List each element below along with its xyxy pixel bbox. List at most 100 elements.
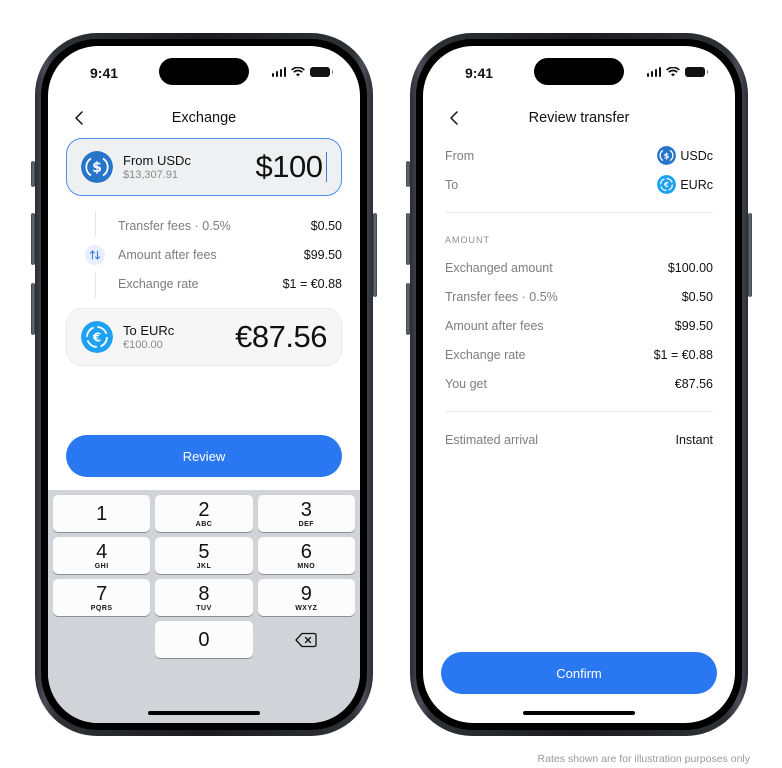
home-indicator: [523, 711, 635, 715]
from-balance: $13,307.91: [123, 169, 179, 181]
section-heading: AMOUNT: [445, 234, 490, 245]
divider: [445, 212, 713, 213]
volume-down-button: [406, 283, 410, 335]
exchange-screen: 9:41 Exchange $ From USDc $13,307.91 $10…: [48, 46, 360, 723]
key-9[interactable]: 9 WXYZ: [257, 579, 355, 616]
summary-row: Amount after fees $99.50: [445, 311, 713, 340]
wifi-icon: [666, 67, 680, 77]
key-2[interactable]: 2 ABC: [155, 495, 253, 532]
fee-label: Exchange rate: [118, 276, 199, 291]
key-3[interactable]: 3 DEF: [257, 495, 355, 532]
status-bar: 9:41: [48, 46, 360, 96]
status-icons: [271, 67, 333, 77]
key-letters: MNO: [297, 562, 316, 570]
review-screen: 9:41 Review transfer From $ USDc To € EU…: [423, 46, 735, 723]
arrival-row: Estimated arrival Instant: [445, 425, 713, 454]
status-icons: [646, 67, 708, 77]
summary-label: You get: [445, 376, 487, 391]
converted-amount: €87.56: [235, 319, 327, 354]
status-time: 9:41: [465, 65, 494, 81]
key-letters: GHI: [94, 562, 109, 570]
svg-text:$: $: [664, 150, 670, 160]
fee-value: $1 = €0.88: [282, 276, 342, 291]
summary-value: $1 = €0.88: [653, 347, 713, 362]
amount-input-value: $100: [255, 149, 323, 184]
key-0[interactable]: 0: [155, 621, 253, 658]
key-number: 0: [198, 628, 210, 651]
fee-breakdown: Transfer fees · 0.5% $0.50 Amount after …: [66, 211, 342, 298]
summary-label: Transfer fees · 0.5%: [445, 289, 558, 304]
key-5[interactable]: 5 JKL: [155, 537, 253, 574]
key-6[interactable]: 6 MNO: [257, 537, 355, 574]
key-number: 9: [300, 582, 312, 605]
key-1[interactable]: 1: [53, 495, 151, 532]
key-number: 3: [300, 498, 312, 521]
to-currency-label: To EURc: [123, 323, 175, 338]
disclaimer-text: Rates shown are for illustration purpose…: [537, 753, 750, 765]
summary-label: Exchanged amount: [445, 260, 553, 275]
transfer-summary: From $ USDc To € EURc AMOUNT Exchanged a…: [445, 141, 713, 454]
from-currency-card[interactable]: $ From USDc $13,307.91 $100: [66, 138, 342, 196]
key-number: 2: [198, 498, 210, 521]
battery-icon: [310, 67, 333, 77]
key-number: 7: [96, 582, 108, 605]
key-letters: DEF: [298, 520, 315, 528]
to-currency: EURc: [680, 177, 713, 192]
summary-row: Exchange rate $1 = €0.88: [445, 340, 713, 369]
from-currency: USDc: [680, 148, 713, 163]
summary-label: Amount after fees: [445, 318, 544, 333]
summary-value: $99.50: [674, 318, 713, 333]
eurc-coin-icon: €: [657, 175, 677, 194]
summary-value: $100.00: [667, 260, 713, 275]
action-button: [406, 161, 410, 187]
usdc-coin-icon: $: [81, 151, 113, 183]
fee-value: $99.50: [303, 247, 342, 262]
fee-row: Transfer fees · 0.5% $0.50: [66, 211, 342, 240]
key-letters: JKL: [196, 562, 212, 570]
status-bar: 9:41: [423, 46, 735, 96]
backspace-icon: [295, 632, 317, 647]
from-label: From: [445, 148, 475, 163]
volume-up-button: [31, 213, 35, 265]
summary-value: €87.56: [674, 376, 713, 391]
summary-row: Transfer fees · 0.5% $0.50: [445, 282, 713, 311]
summary-value: $0.50: [681, 289, 713, 304]
nav-bar: Review transfer: [423, 104, 735, 134]
nav-bar: Exchange: [48, 104, 360, 134]
fee-label: Transfer fees · 0.5%: [118, 218, 231, 233]
key-number: 8: [198, 582, 210, 605]
summary-row: You get €87.56: [445, 369, 713, 398]
key-number: 1: [96, 502, 108, 525]
numeric-keypad: 1 2 ABC 3 DEF 4 GHI 5 JKL 6 MNO 7 PQRS 8 TUV 9W…: [48, 490, 360, 723]
page-title: Review transfer: [528, 110, 630, 126]
key-8[interactable]: 8 TUV: [155, 579, 253, 616]
svg-text:$: $: [92, 160, 102, 176]
power-button: [748, 213, 752, 297]
key-7[interactable]: 7 PQRS: [53, 579, 151, 616]
volume-down-button: [31, 283, 35, 335]
fee-row: Amount after fees $99.50: [66, 240, 342, 269]
phone-review: 9:41 Review transfer From $ USDc To € EU…: [406, 33, 752, 736]
to-currency-card[interactable]: € To EURc €100.00 €87.56: [66, 308, 342, 366]
key-blank: [53, 621, 150, 658]
status-time: 9:41: [90, 65, 119, 81]
home-indicator: [148, 711, 260, 715]
power-button: [373, 213, 377, 297]
battery-icon: [685, 67, 708, 77]
from-currency-label: From USDc: [123, 153, 191, 168]
arrival-label: Estimated arrival: [445, 432, 539, 447]
delete-key[interactable]: [258, 621, 355, 658]
key-letters: TUV: [196, 604, 212, 612]
key-letters: ABC: [195, 520, 213, 528]
amount-input[interactable]: $100: [256, 149, 327, 185]
fee-label: Amount after fees: [118, 247, 217, 262]
volume-up-button: [406, 213, 410, 265]
to-sub-amount: €100.00: [123, 339, 163, 351]
key-4[interactable]: 4 GHI: [53, 537, 151, 574]
review-button[interactable]: Review: [66, 435, 342, 477]
svg-text:€: €: [92, 331, 101, 345]
wifi-icon: [291, 67, 305, 77]
svg-text:€: €: [663, 180, 669, 189]
key-letters: WXYZ: [295, 604, 318, 612]
confirm-button[interactable]: Confirm: [441, 652, 717, 694]
